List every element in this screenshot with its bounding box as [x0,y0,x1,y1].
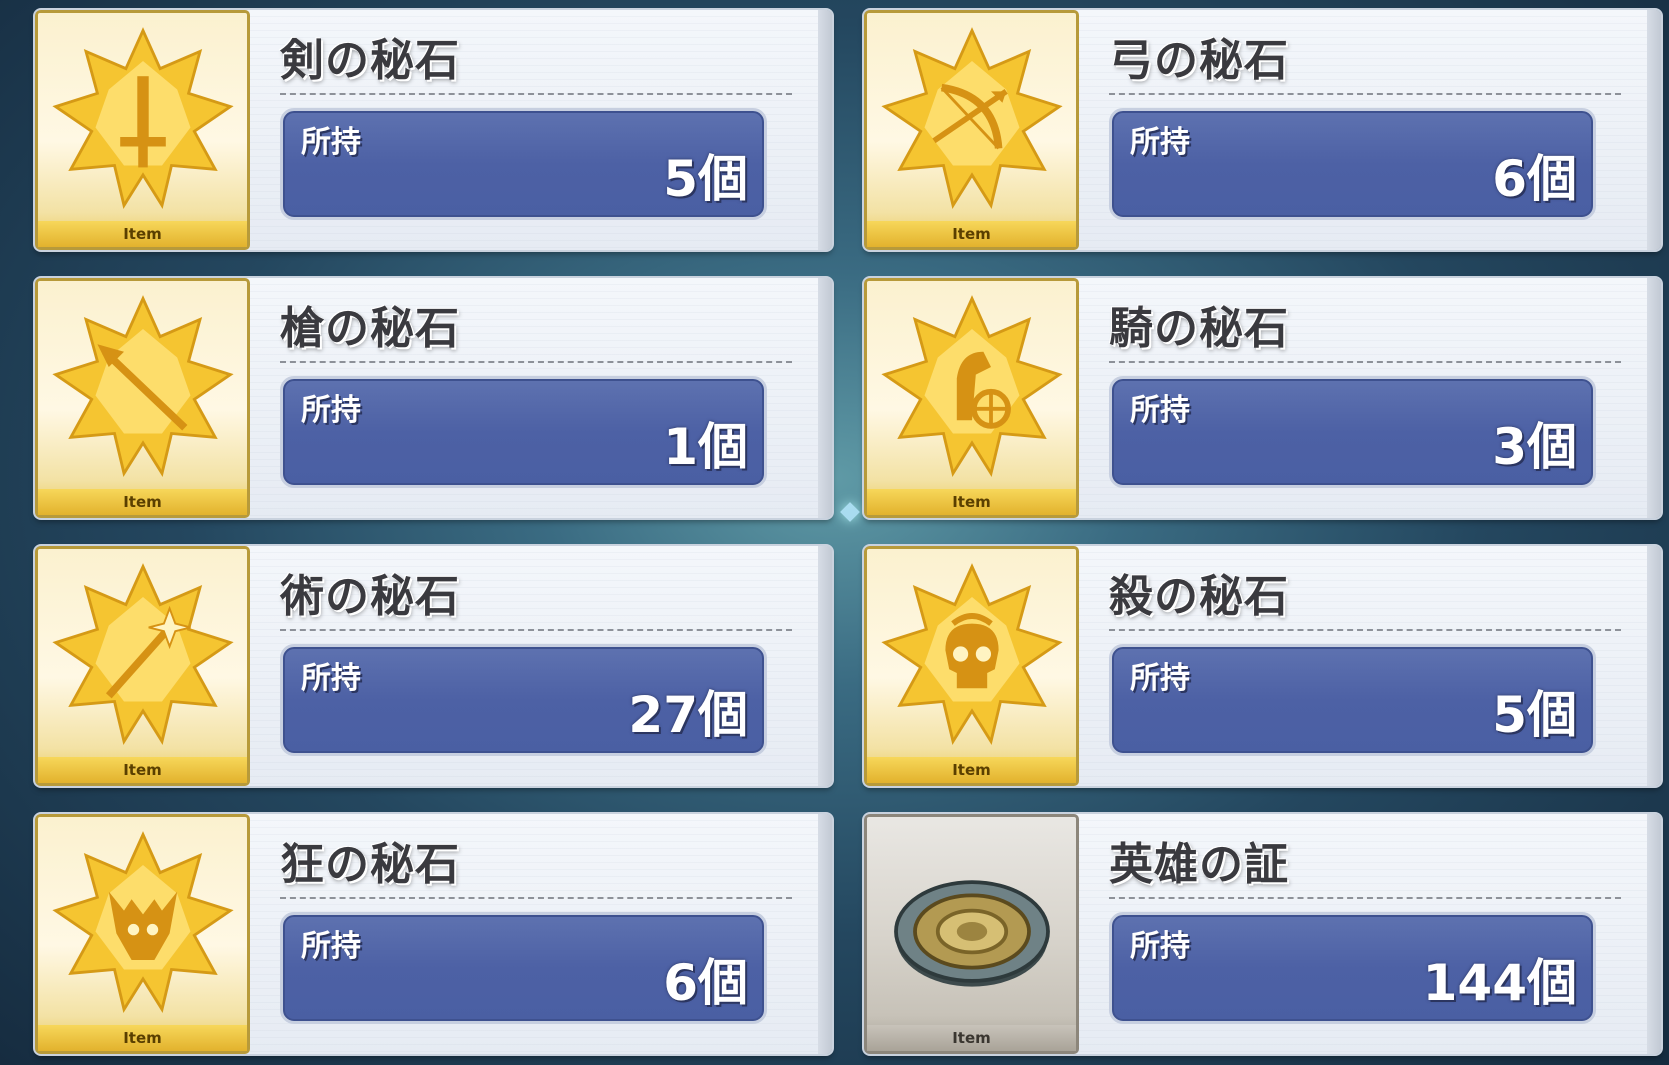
owned-count: 1個 [663,418,748,476]
berserker-beast-icon [52,831,234,1014]
divider [280,361,792,363]
owned-label: 所持 [1130,125,1190,160]
owned-count-panel: 所持 144個 [1109,912,1596,1024]
owned-count-panel: 所持 6個 [280,912,767,1024]
rider-horse-icon [881,295,1063,478]
lancer-spear-icon [52,295,234,478]
divider [1109,93,1621,95]
divider [280,897,792,899]
item-tag: Item [867,757,1076,783]
hero-medal-icon [894,880,1050,987]
item-name: 殺の秘石 [1109,571,1289,622]
item-card-lancer[interactable]: Item 槍の秘石 所持 1個 [35,278,832,518]
item-icon-frame: Item [864,278,1079,518]
item-icon-frame: Item [35,546,250,786]
owned-count: 27個 [628,686,748,744]
owned-count-panel: 所持 1個 [280,376,767,488]
owned-label: 所持 [1130,393,1190,428]
item-name: 槍の秘石 [280,303,460,354]
owned-count: 144個 [1422,954,1577,1012]
item-icon-frame: Item [864,10,1079,250]
item-tag: Item [38,221,247,247]
item-icon-frame: Item [864,814,1079,1054]
item-grid: Item 剣の秘石 所持 5個 Item 弓の秘石 所持 6個 Item 槍の秘… [35,10,1661,1054]
item-name: 弓の秘石 [1109,35,1289,86]
item-tag: Item [38,489,247,515]
item-card-caster[interactable]: Item 術の秘石 所持 27個 [35,546,832,786]
caster-staff-icon [52,563,234,746]
owned-count-panel: 所持 6個 [1109,108,1596,220]
item-name: 狂の秘石 [280,839,460,890]
archer-bow-icon [881,27,1063,210]
owned-count: 3個 [1492,418,1577,476]
owned-count-panel: 所持 5個 [1109,644,1596,756]
item-tag: Item [38,757,247,783]
owned-label: 所持 [1130,661,1190,696]
item-icon-frame: Item [35,10,250,250]
owned-label: 所持 [301,393,361,428]
owned-count-panel: 所持 5個 [280,108,767,220]
owned-label: 所持 [301,661,361,696]
owned-count: 5個 [1492,686,1577,744]
saber-sword-icon [52,27,234,210]
divider [1109,629,1621,631]
owned-label: 所持 [1130,929,1190,964]
item-tag: Item [867,1025,1076,1051]
item-name: 騎の秘石 [1109,303,1289,354]
owned-count-panel: 所持 27個 [280,644,767,756]
item-tag: Item [867,489,1076,515]
item-card-hero-proof[interactable]: Item 英雄の証 所持 144個 [864,814,1661,1054]
item-icon-frame: Item [35,278,250,518]
divider [1109,897,1621,899]
item-card-saber[interactable]: Item 剣の秘石 所持 5個 [35,10,832,250]
item-card-berserker[interactable]: Item 狂の秘石 所持 6個 [35,814,832,1054]
item-card-rider[interactable]: Item 騎の秘石 所持 3個 [864,278,1661,518]
item-icon-frame: Item [864,546,1079,786]
divider [280,93,792,95]
item-tag: Item [867,221,1076,247]
divider [1109,361,1621,363]
item-icon-frame: Item [35,814,250,1054]
owned-label: 所持 [301,125,361,160]
item-card-archer[interactable]: Item 弓の秘石 所持 6個 [864,10,1661,250]
item-name: 術の秘石 [280,571,460,622]
item-name: 剣の秘石 [280,35,460,86]
item-name: 英雄の証 [1109,839,1289,890]
owned-count-panel: 所持 3個 [1109,376,1596,488]
owned-count: 6個 [663,954,748,1012]
owned-label: 所持 [301,929,361,964]
item-tag: Item [38,1025,247,1051]
divider [280,629,792,631]
assassin-skull-icon [881,563,1063,746]
owned-count: 5個 [663,150,748,208]
item-card-assassin[interactable]: Item 殺の秘石 所持 5個 [864,546,1661,786]
owned-count: 6個 [1492,150,1577,208]
